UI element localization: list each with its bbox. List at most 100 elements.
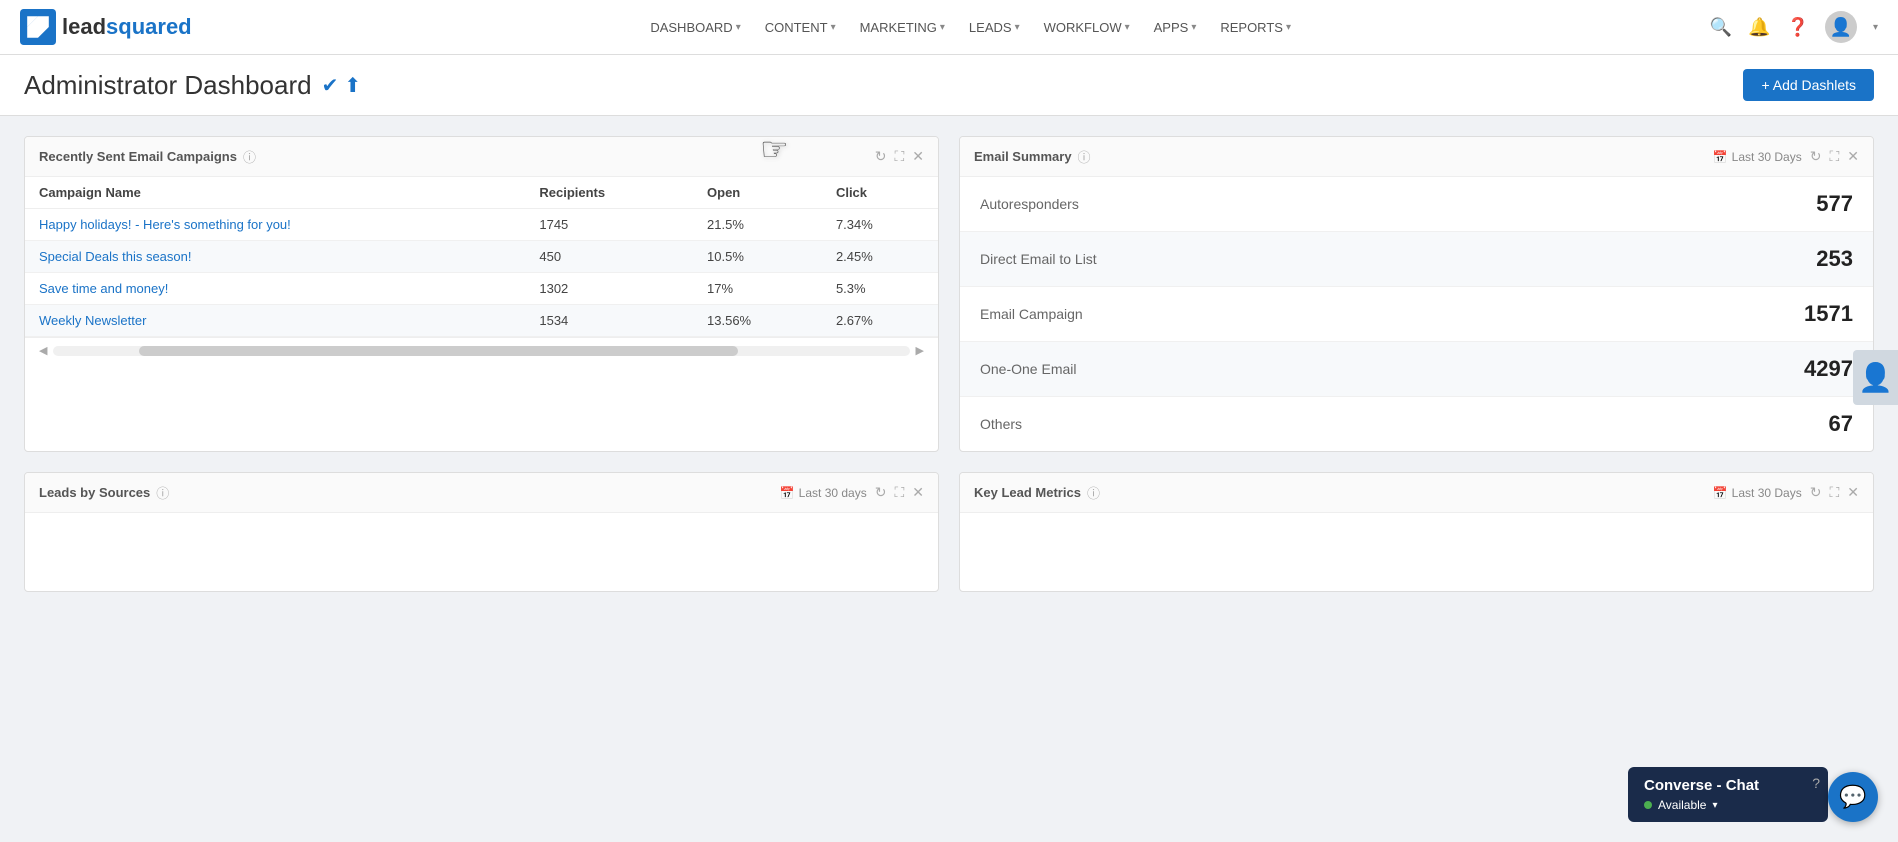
table-row: Weekly Newsletter 1534 13.56% 2.67% xyxy=(25,305,938,337)
summary-label: Others xyxy=(980,416,1022,432)
col-recipients: Recipients xyxy=(525,177,693,209)
chevron-down-icon: ▾ xyxy=(1191,22,1196,33)
email-summary-dashlet: Email Summary ⓘ 📅 Last 30 Days ↻ ⛶ ✕ Aut… xyxy=(959,136,1874,452)
nav-item-workflow[interactable]: WORKFLOW ▾ xyxy=(1034,14,1140,41)
campaign-recipients-cell: 450 xyxy=(525,241,693,273)
col-open: Open xyxy=(693,177,822,209)
top-navigation: leadsquared DASHBOARD ▾ CONTENT ▾ MARKET… xyxy=(0,0,1898,55)
email-summary-refresh-button[interactable]: ↻ xyxy=(1810,148,1822,165)
nav-label-dashboard: DASHBOARD xyxy=(650,20,732,35)
summary-row: Direct Email to List 253 xyxy=(960,232,1873,287)
verified-icon: ✔ xyxy=(322,73,339,98)
nav-item-reports[interactable]: REPORTS ▾ xyxy=(1210,14,1301,41)
scroll-track[interactable] xyxy=(53,346,909,356)
notifications-button[interactable]: 🔔 xyxy=(1748,17,1770,38)
leads-by-sources-info-icon[interactable]: ⓘ xyxy=(156,483,169,502)
email-summary-title: Email Summary xyxy=(974,149,1072,164)
key-metrics-controls: 📅 Last 30 Days ↻ ⛶ ✕ xyxy=(1713,484,1859,501)
leads-date-range-label: Last 30 days xyxy=(799,486,867,500)
date-range-label: Last 30 Days xyxy=(1732,150,1802,164)
campaigns-close-button[interactable]: ✕ xyxy=(912,148,924,165)
leads-refresh-button[interactable]: ↻ xyxy=(875,484,887,501)
email-summary-body: Autoresponders 577 Direct Email to List … xyxy=(960,177,1873,451)
user-avatar[interactable]: 👤 xyxy=(1825,11,1857,43)
campaigns-dashlet-title: Recently Sent Email Campaigns xyxy=(39,149,237,164)
campaigns-info-icon[interactable]: ⓘ xyxy=(243,147,256,166)
search-button[interactable]: 🔍 xyxy=(1710,17,1732,38)
page-title-icons: ✔ ⬆ xyxy=(322,73,362,98)
key-metrics-refresh-button[interactable]: ↻ xyxy=(1810,484,1822,501)
summary-value: 4297 xyxy=(1804,356,1853,382)
nav-item-dashboard[interactable]: DASHBOARD ▾ xyxy=(640,14,750,41)
summary-value: 1571 xyxy=(1804,301,1853,327)
campaign-link[interactable]: Save time and money! xyxy=(39,281,168,296)
converse-status: Available ▾ xyxy=(1644,798,1812,812)
upload-icon[interactable]: ⬆ xyxy=(344,73,361,98)
key-metrics-info-icon[interactable]: ⓘ xyxy=(1087,483,1100,502)
leads-expand-button[interactable]: ⛶ xyxy=(894,484,904,501)
help-button[interactable]: ❓ xyxy=(1787,17,1809,38)
campaigns-title-area: Recently Sent Email Campaigns ⓘ xyxy=(39,147,256,166)
email-summary-header: Email Summary ⓘ 📅 Last 30 Days ↻ ⛶ ✕ xyxy=(960,137,1873,177)
right-sidebar-avatar[interactable]: 👤 xyxy=(1853,350,1898,405)
chat-bubble-icon: 💬 xyxy=(1839,784,1866,810)
email-summary-close-button[interactable]: ✕ xyxy=(1847,148,1859,165)
calendar-icon: 📅 xyxy=(780,486,795,500)
table-row: Special Deals this season! 450 10.5% 2.4… xyxy=(25,241,938,273)
campaign-name-cell: Weekly Newsletter xyxy=(25,305,525,337)
scroll-thumb xyxy=(139,346,738,356)
logo-icon xyxy=(20,9,56,45)
converse-title: Converse - Chat xyxy=(1644,777,1812,794)
user-chevron-icon: ▾ xyxy=(1873,22,1878,33)
nav-item-marketing[interactable]: MARKETING ▾ xyxy=(850,14,955,41)
key-metrics-close-button[interactable]: ✕ xyxy=(1847,484,1859,501)
nav-right-icons: 🔍 🔔 ❓ 👤 ▾ xyxy=(1710,11,1878,43)
key-metrics-title-area: Key Lead Metrics ⓘ xyxy=(974,483,1100,502)
chevron-down-icon: ▾ xyxy=(940,22,945,33)
campaign-recipients-cell: 1302 xyxy=(525,273,693,305)
summary-row: Autoresponders 577 xyxy=(960,177,1873,232)
chevron-down-icon: ▾ xyxy=(1015,22,1020,33)
campaigns-dashlet: Recently Sent Email Campaigns ⓘ ↻ ⛶ ✕ Ca… xyxy=(24,136,939,452)
bottom-cards: Leads by Sources ⓘ 📅 Last 30 days ↻ ⛶ ✕ … xyxy=(0,472,1898,612)
campaign-click-cell: 5.3% xyxy=(822,273,938,305)
scroll-right-arrow[interactable]: ▶ xyxy=(916,344,924,357)
key-lead-metrics-dashlet: Key Lead Metrics ⓘ 📅 Last 30 Days ↻ ⛶ ✕ xyxy=(959,472,1874,592)
scroll-left-arrow[interactable]: ◀ xyxy=(39,344,47,357)
table-scroll-bar: ◀ ▶ xyxy=(25,337,938,363)
campaign-link[interactable]: Special Deals this season! xyxy=(39,249,191,264)
nav-item-content[interactable]: CONTENT ▾ xyxy=(755,14,846,41)
chat-bubble-button[interactable]: 💬 xyxy=(1828,772,1878,822)
converse-help-icon[interactable]: ? xyxy=(1812,775,1820,791)
campaigns-refresh-button[interactable]: ↻ xyxy=(875,148,887,165)
email-summary-controls: 📅 Last 30 Days ↻ ⛶ ✕ xyxy=(1713,148,1859,165)
email-summary-expand-button[interactable]: ⛶ xyxy=(1829,148,1839,165)
key-metrics-expand-button[interactable]: ⛶ xyxy=(1829,484,1839,501)
email-summary-date-range[interactable]: 📅 Last 30 Days xyxy=(1713,150,1802,164)
nav-label-workflow: WORKFLOW xyxy=(1044,20,1122,35)
leads-close-button[interactable]: ✕ xyxy=(912,484,924,501)
campaign-click-cell: 7.34% xyxy=(822,209,938,241)
campaign-link[interactable]: Weekly Newsletter xyxy=(39,313,146,328)
calendar-icon: 📅 xyxy=(1713,486,1728,500)
leads-date-range[interactable]: 📅 Last 30 days xyxy=(780,486,867,500)
add-dashlets-button[interactable]: + Add Dashlets xyxy=(1743,69,1874,101)
logo[interactable]: leadsquared xyxy=(20,9,192,45)
nav-label-leads: LEADS xyxy=(969,20,1012,35)
leads-by-sources-title: Leads by Sources xyxy=(39,485,150,500)
campaigns-expand-button[interactable]: ⛶ xyxy=(894,148,904,165)
key-lead-metrics-title: Key Lead Metrics xyxy=(974,485,1081,500)
col-click: Click xyxy=(822,177,938,209)
key-metrics-date-range[interactable]: 📅 Last 30 Days xyxy=(1713,486,1802,500)
campaign-link[interactable]: Happy holidays! - Here's something for y… xyxy=(39,217,291,232)
email-summary-info-icon[interactable]: ⓘ xyxy=(1078,147,1091,166)
page-title: Administrator Dashboard xyxy=(24,70,312,101)
calendar-icon: 📅 xyxy=(1713,150,1728,164)
converse-chevron-icon: ▾ xyxy=(1712,800,1717,811)
nav-item-leads[interactable]: LEADS ▾ xyxy=(959,14,1030,41)
nav-item-apps[interactable]: APPS ▾ xyxy=(1144,14,1207,41)
leads-title-area: Leads by Sources ⓘ xyxy=(39,483,169,502)
nav-label-marketing: MARKETING xyxy=(860,20,937,35)
summary-row: Others 67 xyxy=(960,397,1873,451)
table-row: Happy holidays! - Here's something for y… xyxy=(25,209,938,241)
